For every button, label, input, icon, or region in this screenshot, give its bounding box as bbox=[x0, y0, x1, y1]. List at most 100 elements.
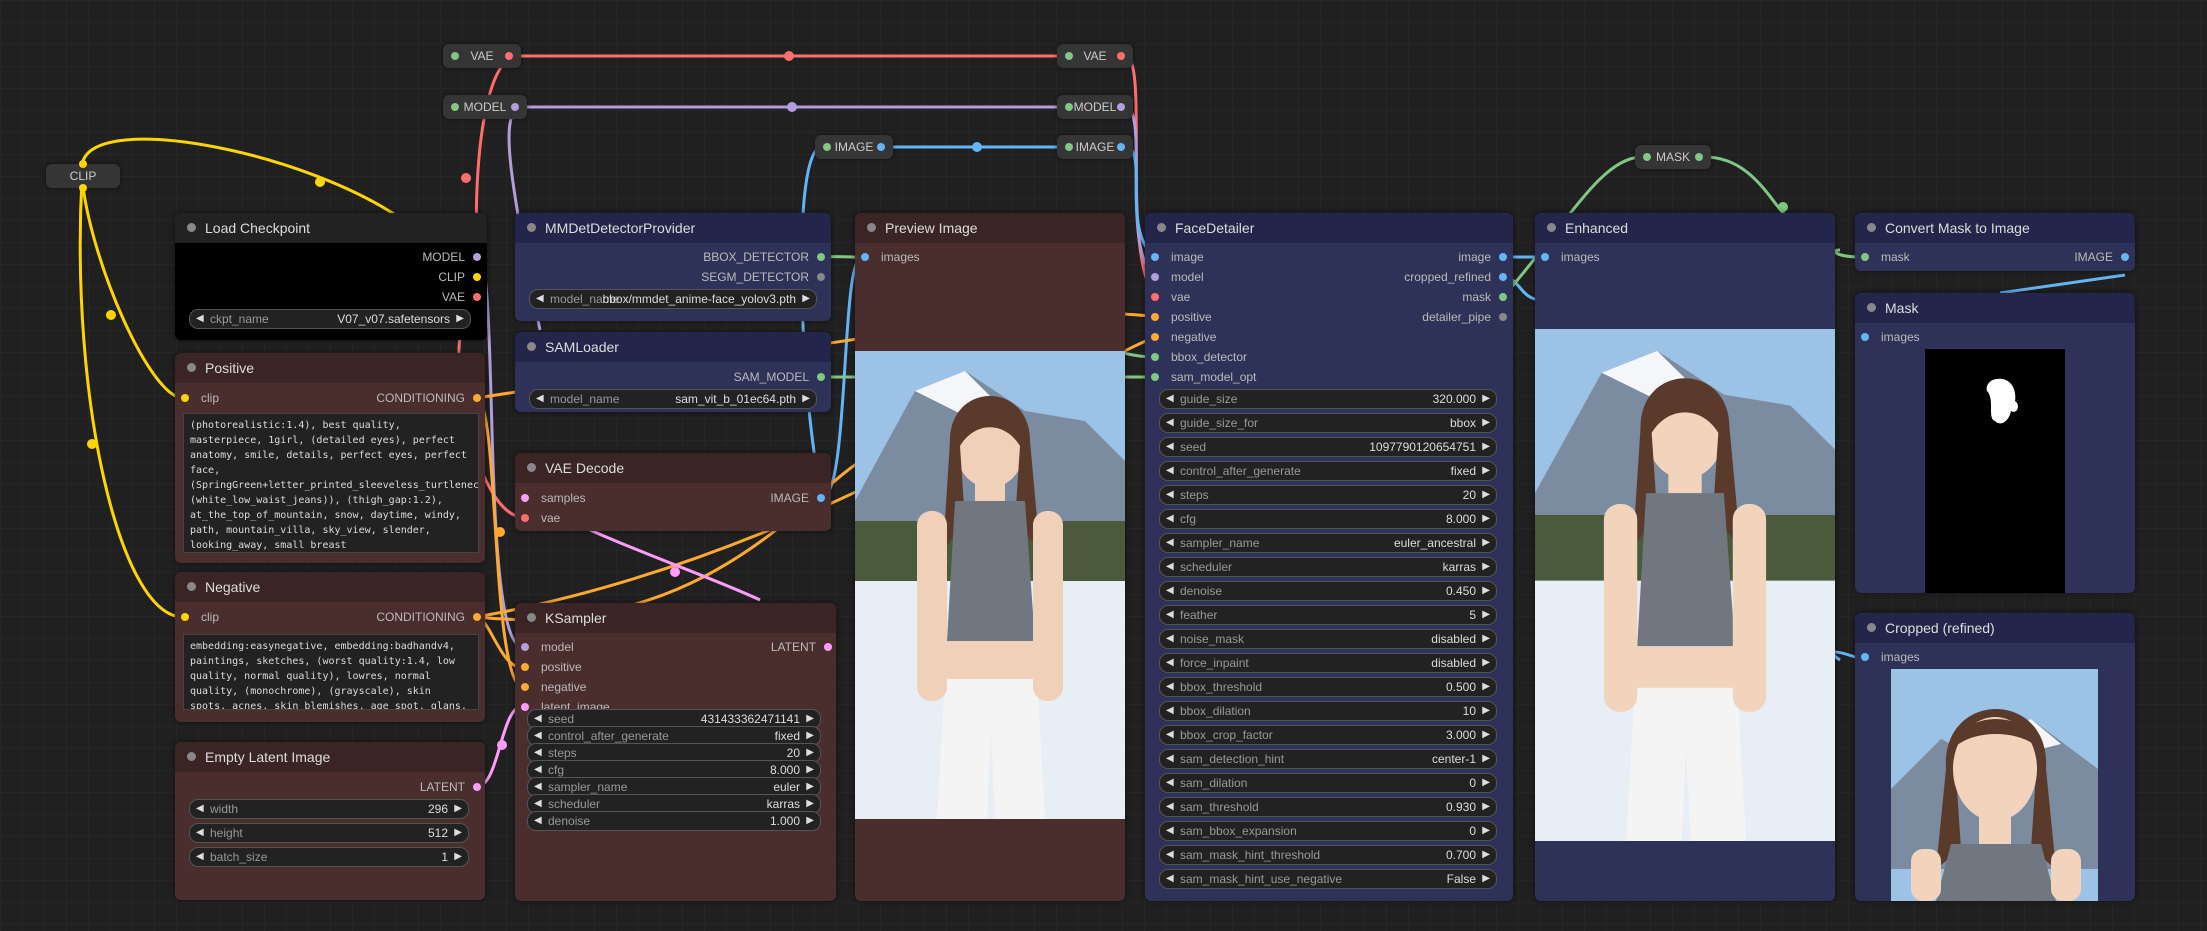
pin[interactable] bbox=[817, 494, 825, 502]
arrow-right-icon[interactable]: ▶ bbox=[1482, 726, 1490, 744]
collapse-dot[interactable] bbox=[527, 613, 536, 622]
widget-facedetailer-4[interactable]: ◀ steps 20 ▶ bbox=[1159, 485, 1497, 505]
pin[interactable] bbox=[521, 643, 529, 651]
output-image[interactable]: image bbox=[1458, 249, 1507, 265]
widget-facedetailer-8[interactable]: ◀ denoise 0.450 ▶ bbox=[1159, 581, 1497, 601]
arrow-left-icon[interactable]: ◀ bbox=[536, 290, 544, 308]
arrow-right-icon[interactable]: ▶ bbox=[1482, 774, 1490, 792]
node-title[interactable]: Load Checkpoint bbox=[175, 213, 487, 243]
widget-facedetailer-12[interactable]: ◀ bbox_threshold 0.500 ▶ bbox=[1159, 677, 1497, 697]
collapse-dot[interactable] bbox=[1157, 223, 1166, 232]
arrow-left-icon[interactable]: ◀ bbox=[1166, 462, 1174, 480]
arrow-left-icon[interactable]: ◀ bbox=[1166, 486, 1174, 504]
pin[interactable] bbox=[817, 373, 825, 381]
node-vae-decode[interactable]: VAE Decode samples vae IMAGE bbox=[515, 453, 831, 531]
pin[interactable] bbox=[817, 253, 825, 261]
output-image[interactable]: IMAGE bbox=[770, 490, 825, 506]
pin[interactable] bbox=[473, 783, 481, 791]
arrow-left-icon[interactable]: ◀ bbox=[536, 390, 544, 408]
widget-ckpt-name[interactable]: ◀ ckpt_name V07_v07.safetensors ▶ bbox=[189, 309, 471, 329]
node-samloader[interactable]: SAMLoader SAM_MODEL ◀ model_name sam_vit_b… bbox=[515, 332, 831, 412]
reroute-image-right[interactable]: IMAGE bbox=[1057, 135, 1133, 159]
pin[interactable] bbox=[1151, 273, 1159, 281]
reroute-input-pin[interactable] bbox=[823, 143, 831, 151]
arrow-right-icon[interactable]: ▶ bbox=[802, 290, 810, 308]
reroute-input-pin[interactable] bbox=[1065, 143, 1073, 151]
input-clip[interactable]: clip bbox=[181, 390, 219, 406]
node-facedetailer[interactable]: FaceDetailer image model vae positive negati… bbox=[1145, 213, 1513, 901]
pin[interactable] bbox=[473, 273, 481, 281]
arrow-left-icon[interactable]: ◀ bbox=[196, 848, 204, 866]
arrow-left-icon[interactable]: ◀ bbox=[1166, 414, 1174, 432]
node-title[interactable]: Cropped (refined) bbox=[1855, 613, 2135, 643]
pin[interactable] bbox=[521, 703, 529, 711]
input-vae[interactable]: vae bbox=[521, 510, 560, 526]
output-cropped-refined[interactable]: cropped_refined bbox=[1404, 269, 1507, 285]
arrow-right-icon[interactable]: ▶ bbox=[456, 310, 464, 328]
arrow-left-icon[interactable]: ◀ bbox=[1166, 726, 1174, 744]
collapse-dot[interactable] bbox=[1867, 223, 1876, 232]
widget-height[interactable]: ◀ height 512 ▶ bbox=[189, 823, 469, 843]
output-bbox-detector[interactable]: BBOX_DETECTOR bbox=[703, 249, 825, 265]
reroute-output-pin[interactable] bbox=[505, 52, 513, 60]
pin[interactable] bbox=[1151, 373, 1159, 381]
node-title[interactable]: Convert Mask to Image bbox=[1855, 213, 2135, 243]
input-mask[interactable]: mask bbox=[1861, 249, 1910, 265]
arrow-right-icon[interactable]: ▶ bbox=[802, 390, 810, 408]
node-title[interactable]: FaceDetailer bbox=[1145, 213, 1513, 243]
reroute-input-pin[interactable] bbox=[1065, 52, 1073, 60]
output-sam-model[interactable]: SAM_MODEL bbox=[734, 369, 825, 385]
pin[interactable] bbox=[521, 663, 529, 671]
arrow-right-icon[interactable]: ▶ bbox=[1482, 654, 1490, 672]
collapse-dot[interactable] bbox=[527, 342, 536, 351]
widget-facedetailer-0[interactable]: ◀ guide_size 320.000 ▶ bbox=[1159, 389, 1497, 409]
widget-facedetailer-11[interactable]: ◀ force_inpaint disabled ▶ bbox=[1159, 653, 1497, 673]
reroute-vae-right[interactable]: VAE bbox=[1057, 44, 1133, 68]
arrow-right-icon[interactable]: ▶ bbox=[1482, 438, 1490, 456]
output-latent[interactable]: LATENT bbox=[771, 639, 832, 655]
reroute-clip[interactable]: CLIP bbox=[46, 160, 120, 192]
arrow-left-icon[interactable]: ◀ bbox=[1166, 534, 1174, 552]
widget-facedetailer-20[interactable]: ◀ sam_mask_hint_use_negative False ▶ bbox=[1159, 869, 1497, 889]
widget-facedetailer-7[interactable]: ◀ scheduler karras ▶ bbox=[1159, 557, 1497, 577]
input-sam-model-opt[interactable]: sam_model_opt bbox=[1151, 369, 1256, 385]
prompt-textarea[interactable]: embedding:easynegative, embedding:badhan… bbox=[183, 634, 479, 710]
arrow-right-icon[interactable]: ▶ bbox=[1482, 822, 1490, 840]
collapse-dot[interactable] bbox=[1547, 223, 1556, 232]
arrow-left-icon[interactable]: ◀ bbox=[1166, 558, 1174, 576]
output-model[interactable]: MODEL bbox=[422, 249, 481, 265]
output-mask[interactable]: mask bbox=[1462, 289, 1507, 305]
pin[interactable] bbox=[861, 253, 869, 261]
prompt-textarea[interactable]: (photorealistic:1.4), best quality, mast… bbox=[183, 413, 479, 553]
arrow-right-icon[interactable]: ▶ bbox=[454, 800, 462, 818]
arrow-left-icon[interactable]: ◀ bbox=[1166, 678, 1174, 696]
input-bbox-detector[interactable]: bbox_detector bbox=[1151, 349, 1247, 365]
input-image[interactable]: image bbox=[1151, 249, 1204, 265]
output-conditioning[interactable]: CONDITIONING bbox=[376, 390, 481, 406]
pin[interactable] bbox=[2121, 253, 2129, 261]
widget-facedetailer-15[interactable]: ◀ sam_detection_hint center-1 ▶ bbox=[1159, 749, 1497, 769]
arrow-right-icon[interactable]: ▶ bbox=[454, 848, 462, 866]
pin[interactable] bbox=[1861, 653, 1869, 661]
pin[interactable] bbox=[521, 514, 529, 522]
pin[interactable] bbox=[1151, 353, 1159, 361]
node-preview-image[interactable]: Preview Image images bbox=[855, 213, 1125, 901]
collapse-dot[interactable] bbox=[187, 223, 196, 232]
output-latent[interactable]: LATENT bbox=[420, 779, 481, 795]
widget-facedetailer-13[interactable]: ◀ bbox_dilation 10 ▶ bbox=[1159, 701, 1497, 721]
widget-ksampler-6[interactable]: ◀ denoise 1.000 ▶ bbox=[527, 811, 821, 831]
reroute-output-pin[interactable] bbox=[1117, 143, 1125, 151]
node-positive[interactable]: Positive clip CONDITIONING (photorealist… bbox=[175, 353, 485, 563]
arrow-left-icon[interactable]: ◀ bbox=[534, 812, 542, 830]
arrow-right-icon[interactable]: ▶ bbox=[1482, 798, 1490, 816]
output-conditioning[interactable]: CONDITIONING bbox=[376, 609, 481, 625]
arrow-left-icon[interactable]: ◀ bbox=[1166, 774, 1174, 792]
output-image[interactable]: IMAGE bbox=[2074, 249, 2129, 265]
pin[interactable] bbox=[473, 394, 481, 402]
arrow-left-icon[interactable]: ◀ bbox=[1166, 750, 1174, 768]
input-clip[interactable]: clip bbox=[181, 609, 219, 625]
reroute-mask[interactable]: MASK bbox=[1635, 145, 1711, 169]
pin[interactable] bbox=[1541, 253, 1549, 261]
arrow-right-icon[interactable]: ▶ bbox=[806, 812, 814, 830]
node-title[interactable]: Mask bbox=[1855, 293, 2135, 323]
